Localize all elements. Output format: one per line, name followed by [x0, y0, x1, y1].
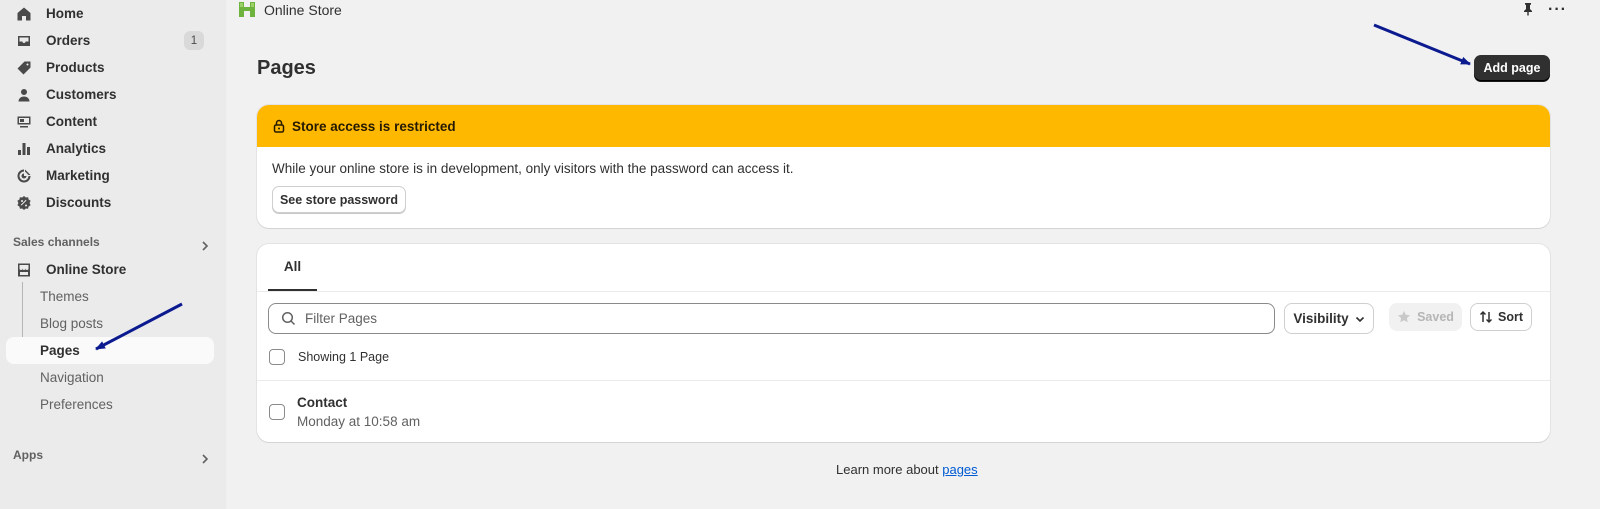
- saved-button[interactable]: Saved: [1389, 303, 1462, 331]
- bar-chart-icon: [16, 141, 32, 157]
- sidebar-item-content[interactable]: Content: [6, 108, 218, 135]
- visibility-filter-button[interactable]: Visibility: [1284, 303, 1374, 334]
- sidebar-subitem-navigation[interactable]: Navigation: [40, 370, 104, 385]
- sidebar-item-discounts[interactable]: Discounts: [6, 189, 218, 216]
- divider: [257, 291, 1550, 292]
- search-icon: [281, 311, 296, 326]
- store-restricted-banner: Store access is restricted While your on…: [257, 105, 1550, 228]
- sidebar-item-label: Marketing: [46, 168, 110, 183]
- star-icon: [1398, 311, 1411, 323]
- sidebar-item-customers[interactable]: Customers: [6, 81, 218, 108]
- sidebar-item-online-store[interactable]: Online Store: [6, 256, 218, 283]
- filter-pages-input[interactable]: [305, 311, 1205, 326]
- orders-count-badge: 1: [184, 31, 204, 50]
- sidebar-subitem-themes[interactable]: Themes: [40, 289, 89, 304]
- sidebar-item-analytics[interactable]: Analytics: [6, 135, 218, 162]
- sort-icon: [1479, 310, 1493, 324]
- saved-label: Saved: [1417, 310, 1454, 324]
- banner-header: Store access is restricted: [257, 105, 1550, 147]
- content-icon: [16, 114, 32, 130]
- page-row-title[interactable]: Contact: [297, 395, 347, 410]
- discount-icon: [16, 195, 32, 211]
- lock-icon: [273, 119, 285, 133]
- target-icon: [16, 168, 32, 184]
- sidebar-subitem-pages[interactable]: Pages: [40, 343, 80, 358]
- more-options-icon[interactable]: ···: [1548, 1, 1567, 19]
- page-row-timestamp: Monday at 10:58 am: [297, 414, 421, 429]
- sidebar-item-label: Orders: [46, 33, 91, 48]
- sidebar-subitem-preferences[interactable]: Preferences: [40, 397, 113, 412]
- apps-heading: Apps: [13, 448, 43, 462]
- chevron-down-icon: [1355, 316, 1364, 322]
- select-all-checkbox[interactable]: [269, 349, 285, 365]
- sidebar-item-products[interactable]: Products: [6, 54, 218, 81]
- filter-pages-search[interactable]: [268, 303, 1275, 334]
- banner-title: Store access is restricted: [292, 118, 456, 134]
- topbar-title: Online Store: [264, 2, 342, 18]
- sidebar-item-orders[interactable]: Orders 1: [6, 27, 218, 54]
- pages-card: All Visibility Saved Sort Showing 1 Page…: [257, 244, 1550, 442]
- person-icon: [16, 87, 32, 103]
- sales-channels-heading: Sales channels: [13, 235, 100, 249]
- sidebar-item-label: Online Store: [46, 262, 127, 277]
- sidebar: Home Orders 1 Products Customers Content…: [0, 0, 226, 509]
- showing-count: Showing 1 Page: [298, 350, 390, 364]
- annotation-arrow-add-page: [1373, 23, 1471, 66]
- sidebar-item-label: Products: [46, 60, 105, 75]
- sort-button[interactable]: Sort: [1470, 303, 1532, 331]
- chevron-right-icon[interactable]: [200, 239, 210, 251]
- page-title: Pages: [257, 57, 316, 79]
- active-item-highlight: [6, 337, 214, 364]
- tab-all[interactable]: All: [268, 244, 317, 291]
- sidebar-item-label: Analytics: [46, 141, 107, 156]
- sidebar-item-marketing[interactable]: Marketing: [6, 162, 218, 189]
- see-store-password-button[interactable]: See store password: [272, 186, 406, 213]
- sidebar-subitem-blog-posts[interactable]: Blog posts: [40, 316, 103, 331]
- sidebar-item-label: Customers: [46, 87, 117, 102]
- visibility-label: Visibility: [1293, 311, 1349, 326]
- sidebar-item-label: Content: [46, 114, 97, 129]
- home-icon: [16, 6, 32, 22]
- banner-message: While your online store is in developmen…: [272, 161, 794, 176]
- tag-icon: [16, 60, 32, 76]
- divider: [257, 380, 1550, 381]
- sidebar-item-label: Home: [46, 6, 84, 21]
- store-icon: [16, 262, 32, 278]
- chevron-right-icon[interactable]: [200, 452, 210, 464]
- learn-more-footer: Learn more about pages: [836, 462, 978, 477]
- pages-help-link[interactable]: pages: [942, 462, 977, 477]
- sidebar-item-label: Discounts: [46, 195, 112, 210]
- footer-text: Learn more about: [836, 462, 943, 477]
- inbox-icon: [16, 33, 32, 49]
- row-checkbox[interactable]: [269, 404, 285, 420]
- sort-label: Sort: [1498, 310, 1523, 324]
- online-store-logo-icon: [239, 2, 255, 17]
- add-page-button[interactable]: Add page: [1474, 55, 1550, 81]
- pin-icon[interactable]: [1521, 2, 1535, 16]
- sidebar-item-home[interactable]: Home: [6, 0, 218, 27]
